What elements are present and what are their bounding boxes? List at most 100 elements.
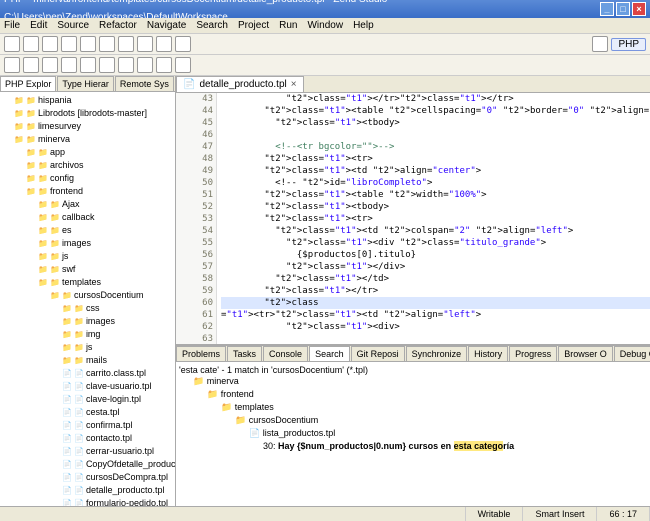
tree-node[interactable]: cesta.tpl	[62, 406, 173, 419]
bottom-tab[interactable]: History	[468, 346, 508, 361]
close-button[interactable]: ×	[632, 2, 646, 16]
save-icon[interactable]	[23, 36, 39, 52]
tree-node[interactable]: css	[62, 302, 173, 315]
tree-node[interactable]: config	[26, 172, 173, 185]
tool-icon[interactable]	[99, 57, 115, 73]
tree-node[interactable]: limesurvey	[14, 120, 173, 133]
tool-icon[interactable]	[80, 57, 96, 73]
maximize-button[interactable]: □	[616, 2, 630, 16]
search-root[interactable]: 📁 minerva📁 frontend📁 templates📁 cursosDo…	[193, 375, 647, 453]
bottom-tab[interactable]: Git Reposi	[351, 346, 405, 361]
tree-node[interactable]: callback	[38, 211, 173, 224]
tree-node[interactable]: carrito.class.tpl	[62, 367, 173, 380]
tool-icon[interactable]	[156, 57, 172, 73]
window-titlebar: PHP - minerva/frontend/templates/cursosD…	[0, 0, 650, 18]
status-writable: Writable	[466, 507, 524, 521]
tree-node[interactable]: js	[62, 341, 173, 354]
tool-icon[interactable]	[61, 57, 77, 73]
menu-item[interactable]: Edit	[30, 20, 47, 31]
tool-icon[interactable]	[118, 57, 134, 73]
tree-node[interactable]: img	[62, 328, 173, 341]
status-spacer	[0, 507, 466, 521]
tree-node[interactable]: frontendAjaxcallbackesimagesjsswftemplat…	[26, 185, 173, 506]
nav-fwd-icon[interactable]	[175, 36, 191, 52]
menu-item[interactable]: Navigate	[147, 20, 186, 31]
status-bar: Writable Smart Insert 66 : 17	[0, 506, 650, 521]
search-view[interactable]: 'esta cate' - 1 match in 'cursosDocentiu…	[176, 362, 650, 506]
tool-icon[interactable]	[42, 57, 58, 73]
close-icon[interactable]: ×	[291, 79, 297, 90]
code-area[interactable]: "t2">class="t1"></tr>"t2">class="t1"></t…	[217, 93, 650, 344]
tree-node[interactable]: cursosDocentiumcssimagesimgjsmailscarrit…	[50, 289, 173, 506]
tool-icon[interactable]	[23, 57, 39, 73]
perspective-button[interactable]: PHP	[611, 38, 646, 51]
tree-node[interactable]: cerrar-usuario.tpl	[62, 445, 173, 458]
tool-icon[interactable]	[4, 57, 20, 73]
nav-back-icon[interactable]	[156, 36, 172, 52]
print-icon[interactable]	[61, 36, 77, 52]
bottom-tab[interactable]: Debug Out	[614, 346, 650, 361]
search-result-tree[interactable]: 📁 minerva📁 frontend📁 templates📁 cursosDo…	[179, 375, 647, 453]
search-node[interactable]: 📁 frontend📁 templates📁 cursosDocentium📄 …	[207, 388, 647, 453]
menu-item[interactable]: Search	[196, 20, 228, 31]
php-explorer-tree[interactable]: hispaniaLibrodots [librodots-master]lime…	[0, 92, 175, 506]
save-all-icon[interactable]	[42, 36, 58, 52]
tree-node[interactable]: js	[38, 250, 173, 263]
bottom-tab[interactable]: Progress	[509, 346, 557, 361]
run-icon[interactable]	[99, 36, 115, 52]
search-icon[interactable]	[137, 36, 153, 52]
bottom-tab[interactable]: Browser O	[558, 346, 613, 361]
tree-node[interactable]: Ajax	[38, 198, 173, 211]
bottom-tab[interactable]: Search	[309, 346, 350, 361]
left-tab[interactable]: Type Hierar	[57, 76, 114, 91]
tree-node[interactable]: CopyOfdetalle_producto.tpl	[62, 458, 173, 471]
tree-node[interactable]: templatescursosDocentiumcssimagesimgjsma…	[38, 276, 173, 506]
open-perspective-icon[interactable]	[592, 36, 608, 52]
bottom-tab[interactable]: Tasks	[227, 346, 262, 361]
window-controls: _ □ ×	[600, 2, 646, 16]
tree-node[interactable]: minervaapparchivosconfigfrontendAjaxcall…	[14, 133, 173, 506]
tree-node[interactable]: app	[26, 146, 173, 159]
search-summary: 'esta cate' - 1 match in 'cursosDocentiu…	[179, 365, 647, 375]
tree-node[interactable]: hispania	[14, 94, 173, 107]
tree-node[interactable]: images	[62, 315, 173, 328]
menu-item[interactable]: File	[4, 20, 20, 31]
tree-node[interactable]: confirma.tpl	[62, 419, 173, 432]
bottom-tab[interactable]: Console	[263, 346, 308, 361]
editor-tab[interactable]: 📄 detalle_producto.tpl ×	[176, 76, 304, 92]
search-line[interactable]: 30: Hay {$num_productos|0.num} cursos en…	[263, 440, 647, 453]
run-ext-icon[interactable]	[118, 36, 134, 52]
tool-icon[interactable]	[137, 57, 153, 73]
left-tab[interactable]: Remote Sys	[115, 76, 174, 91]
tree-node[interactable]: cursosDeCompra.tpl	[62, 471, 173, 484]
editor-tabs: 📄 detalle_producto.tpl ×	[176, 76, 650, 93]
bottom-tab[interactable]: Synchronize	[406, 346, 468, 361]
tree-node[interactable]: Librodots [librodots-master]	[14, 107, 173, 120]
menu-item[interactable]: Run	[279, 20, 297, 31]
minimize-button[interactable]: _	[600, 2, 614, 16]
tree-node[interactable]: contacto.tpl	[62, 432, 173, 445]
tree-node[interactable]: archivos	[26, 159, 173, 172]
tree-node[interactable]: es	[38, 224, 173, 237]
tree-node[interactable]: images	[38, 237, 173, 250]
left-tab[interactable]: PHP Explor	[0, 76, 56, 91]
menu-item[interactable]: Source	[57, 20, 89, 31]
search-node[interactable]: 📁 cursosDocentium📄 lista_productos.tpl30…	[235, 414, 647, 453]
bottom-tab[interactable]: Problems	[176, 346, 226, 361]
tree-node[interactable]: formulario-pedido.tpl	[62, 497, 173, 506]
search-node[interactable]: 📁 templates📁 cursosDocentium📄 lista_prod…	[221, 401, 647, 453]
menu-item[interactable]: Window	[307, 20, 343, 31]
tree-node[interactable]: clave-usuario.tpl	[62, 380, 173, 393]
menu-item[interactable]: Refactor	[99, 20, 137, 31]
tool-icon[interactable]	[175, 57, 191, 73]
tree-node[interactable]: detalle_producto.tpl	[62, 484, 173, 497]
tree-node[interactable]: mails	[62, 354, 173, 367]
menu-item[interactable]: Help	[353, 20, 374, 31]
new-icon[interactable]	[4, 36, 20, 52]
debug-icon[interactable]	[80, 36, 96, 52]
search-match[interactable]: 📄 lista_productos.tpl30: Hay {$num_produ…	[249, 427, 647, 453]
tree-node[interactable]: swf	[38, 263, 173, 276]
menu-item[interactable]: Project	[238, 20, 269, 31]
code-editor[interactable]: 4344454647484950515253545556575859606162…	[176, 93, 650, 345]
tree-node[interactable]: clave-login.tpl	[62, 393, 173, 406]
